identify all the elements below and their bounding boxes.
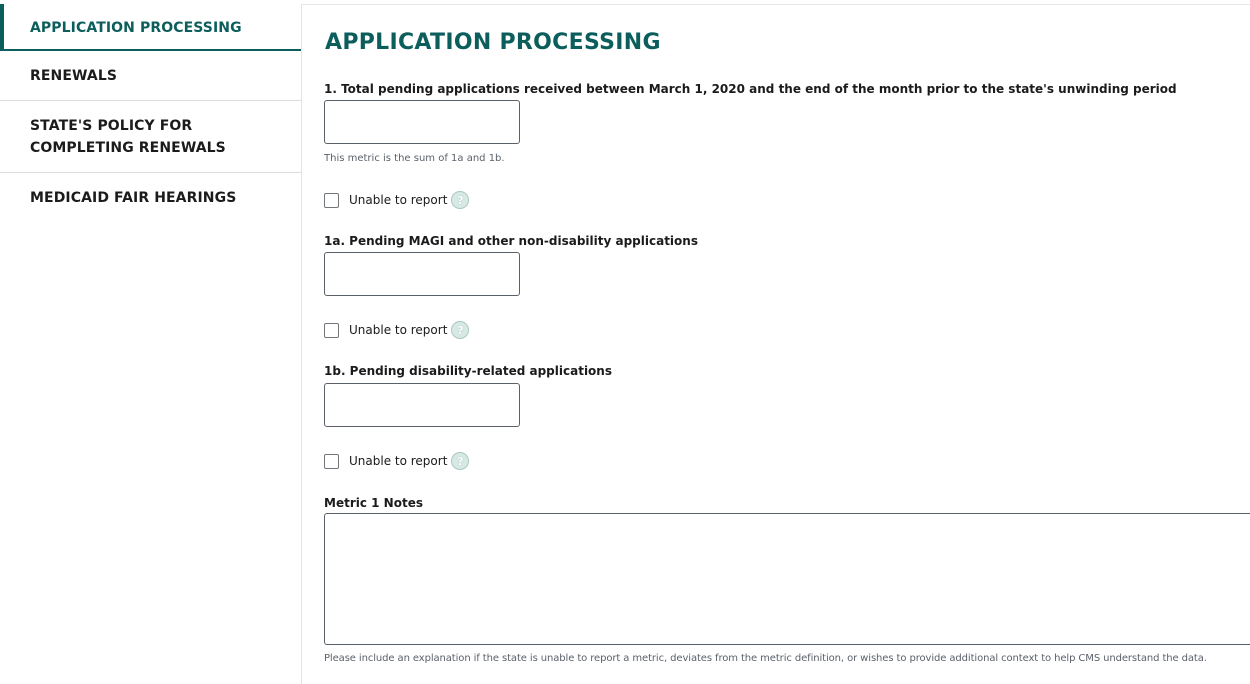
- q1-input[interactable]: [324, 100, 520, 144]
- notes-textarea[interactable]: [324, 513, 1250, 645]
- q1a-unable-row: Unable to report ?: [324, 319, 470, 341]
- sidebar-item-medicaid-fair-hearings[interactable]: MEDICAID FAIR HEARINGS: [0, 173, 301, 222]
- q1a-unable-label: Unable to report: [349, 323, 448, 337]
- q1a-label: 1a. Pending MAGI and other non-disabilit…: [324, 234, 698, 248]
- page: APPLICATION PROCESSING RENEWALS STATE'S …: [0, 0, 1250, 684]
- q1b-unable-row: Unable to report ?: [324, 450, 470, 472]
- q1-label: 1. Total pending applications received b…: [324, 82, 1177, 96]
- q1b-unable-label: Unable to report: [349, 454, 448, 468]
- notes-hint: Please include an explanation if the sta…: [324, 653, 1207, 664]
- q1-hint: This metric is the sum of 1a and 1b.: [324, 153, 505, 164]
- q1b-label: 1b. Pending disability-related applicati…: [324, 364, 612, 378]
- help-glyph: ?: [457, 193, 464, 207]
- help-icon[interactable]: ?: [451, 191, 470, 209]
- q1-unable-row: Unable to report ?: [324, 189, 470, 211]
- q1b-unable-checkbox[interactable]: [324, 453, 339, 469]
- q1b-input[interactable]: [324, 383, 520, 427]
- help-icon[interactable]: ?: [451, 452, 470, 470]
- q1-unable-label: Unable to report: [349, 193, 448, 207]
- sidebar-item-renewals[interactable]: RENEWALS: [0, 51, 301, 101]
- sidebar-item-application-processing[interactable]: APPLICATION PROCESSING: [0, 4, 301, 51]
- help-glyph: ?: [457, 323, 464, 337]
- q1a-input[interactable]: [324, 252, 520, 296]
- help-glyph: ?: [457, 454, 464, 468]
- help-icon[interactable]: ?: [451, 321, 470, 339]
- sidebar: APPLICATION PROCESSING RENEWALS STATE'S …: [0, 4, 302, 684]
- sidebar-item-states-policy[interactable]: STATE'S POLICY FOR COMPLETING RENEWALS: [0, 101, 301, 173]
- top-divider: [301, 4, 1250, 5]
- notes-label: Metric 1 Notes: [324, 496, 423, 510]
- q1-unable-checkbox[interactable]: [324, 192, 339, 208]
- page-title: APPLICATION PROCESSING: [325, 30, 661, 55]
- q1a-unable-checkbox[interactable]: [324, 322, 339, 338]
